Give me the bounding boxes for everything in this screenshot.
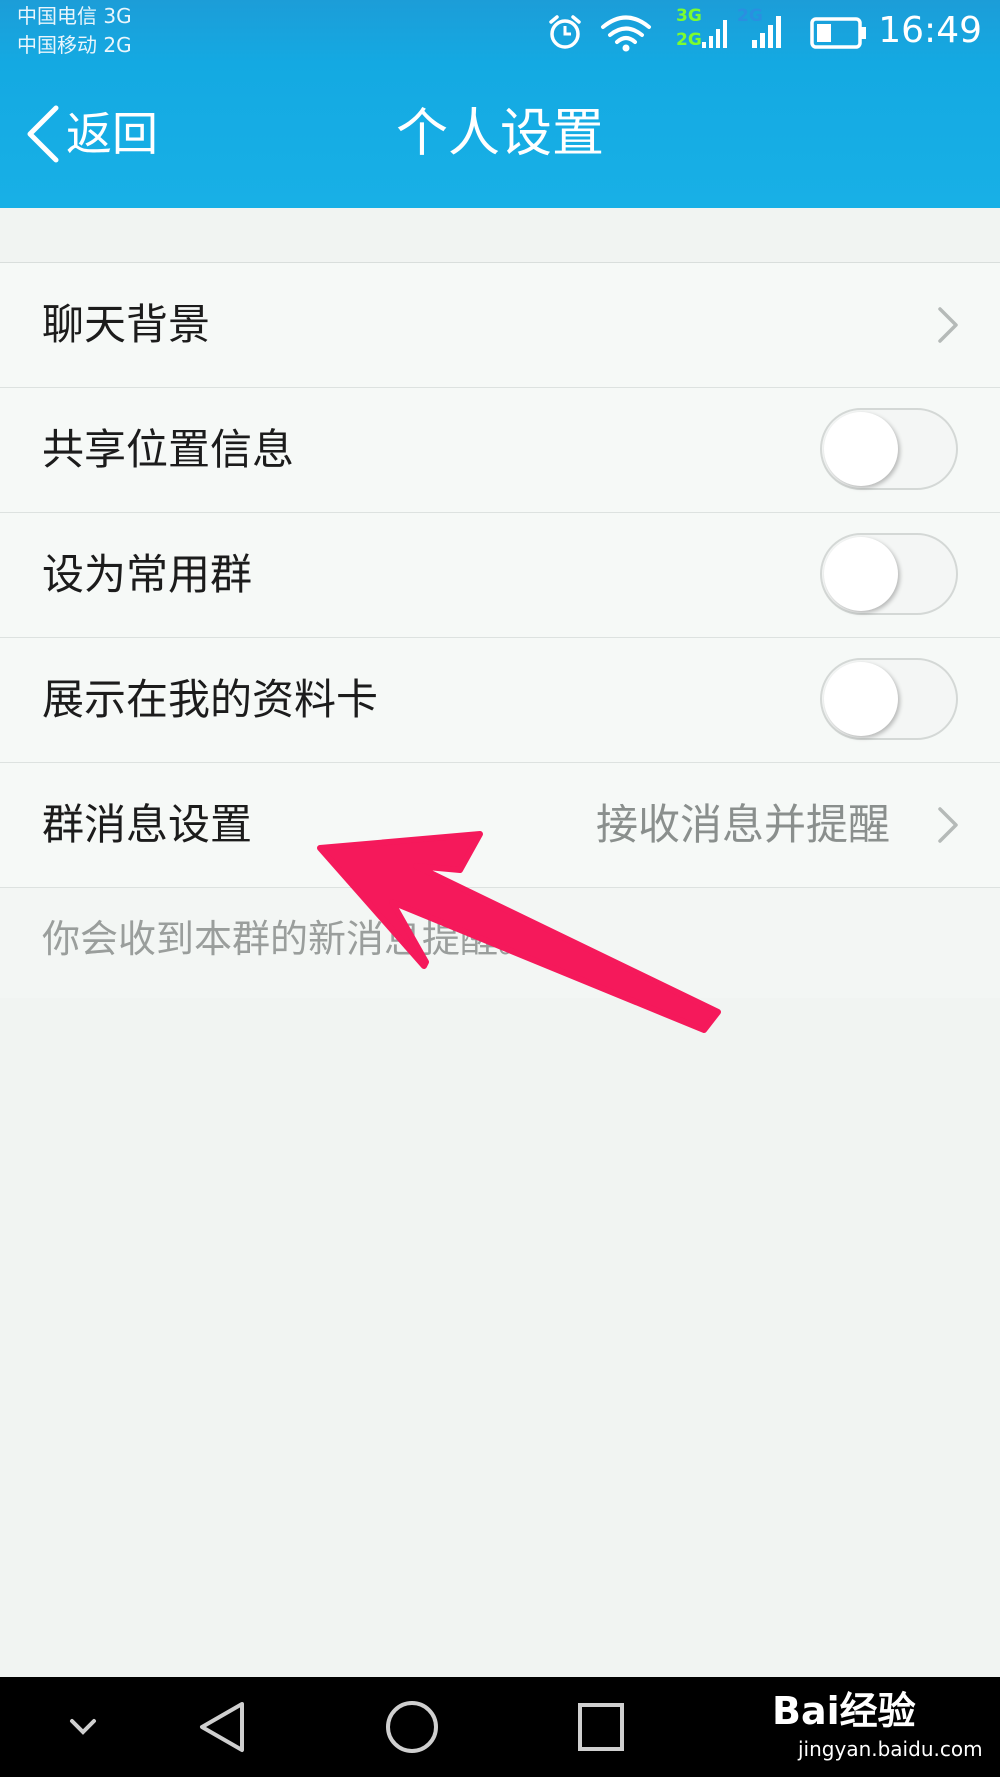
clock: 16:49 bbox=[878, 10, 982, 51]
row-frequent-group: 设为常用群 bbox=[0, 513, 1000, 638]
baidu-watermark: Bai经验 jingyan.baidu.com bbox=[772, 1687, 983, 1767]
wifi-icon bbox=[601, 15, 651, 52]
system-nav-bar: Bai经验 jingyan.baidu.com bbox=[0, 1677, 1000, 1777]
recents-square-icon[interactable] bbox=[576, 1701, 626, 1753]
nav-bar: 返回 个人设置 bbox=[0, 62, 1000, 208]
settings-list: 聊天背景 共享位置信息 设为常用群 展示在我的资料卡 群消息设置 接收消息并提醒 bbox=[0, 262, 1000, 888]
frequent-group-toggle[interactable] bbox=[820, 533, 958, 615]
row-show-on-profile: 展示在我的资料卡 bbox=[0, 638, 1000, 763]
row-share-location: 共享位置信息 bbox=[0, 388, 1000, 513]
share-location-toggle[interactable] bbox=[820, 408, 958, 490]
network-2g-label: 2G bbox=[676, 30, 702, 50]
title-bar: 中国电信 3G 中国移动 2G 3G 2G 2G 16:49 返回 个人设置 bbox=[0, 0, 1000, 208]
collapse-icon[interactable] bbox=[68, 1717, 98, 1739]
annotation-arrow bbox=[317, 831, 721, 1033]
toggle-knob bbox=[824, 412, 898, 486]
page-title: 个人设置 bbox=[395, 104, 604, 164]
row-label: 展示在我的资料卡 bbox=[42, 675, 379, 724]
back-triangle-icon[interactable] bbox=[196, 1699, 248, 1755]
alarm-icon bbox=[549, 15, 581, 49]
status-bar: 中国电信 3G 中国移动 2G 3G 2G 2G 16:49 bbox=[0, 0, 1000, 62]
home-circle-icon[interactable] bbox=[384, 1699, 440, 1755]
watermark-logo: Bai经验 bbox=[772, 1689, 916, 1733]
carrier-2: 中国移动 2G bbox=[17, 33, 132, 57]
toggle-knob bbox=[824, 537, 898, 611]
toggle-knob bbox=[824, 662, 898, 736]
row-label: 共享位置信息 bbox=[42, 425, 295, 474]
row-label: 群消息设置 bbox=[42, 800, 253, 849]
chevron-right-icon bbox=[938, 307, 958, 343]
signal-icon-2 bbox=[752, 16, 781, 48]
battery-icon bbox=[810, 17, 866, 49]
carrier-1: 中国电信 3G bbox=[17, 4, 132, 28]
chevron-right-icon bbox=[938, 807, 958, 843]
network-3g-label: 3G bbox=[676, 6, 702, 26]
row-chat-background[interactable]: 聊天背景 bbox=[0, 263, 1000, 388]
row-label: 聊天背景 bbox=[42, 300, 211, 349]
signal-icon bbox=[702, 20, 727, 48]
watermark-url: jingyan.baidu.com bbox=[798, 1737, 983, 1761]
row-label: 设为常用群 bbox=[42, 550, 253, 599]
show-on-profile-toggle[interactable] bbox=[820, 658, 958, 740]
